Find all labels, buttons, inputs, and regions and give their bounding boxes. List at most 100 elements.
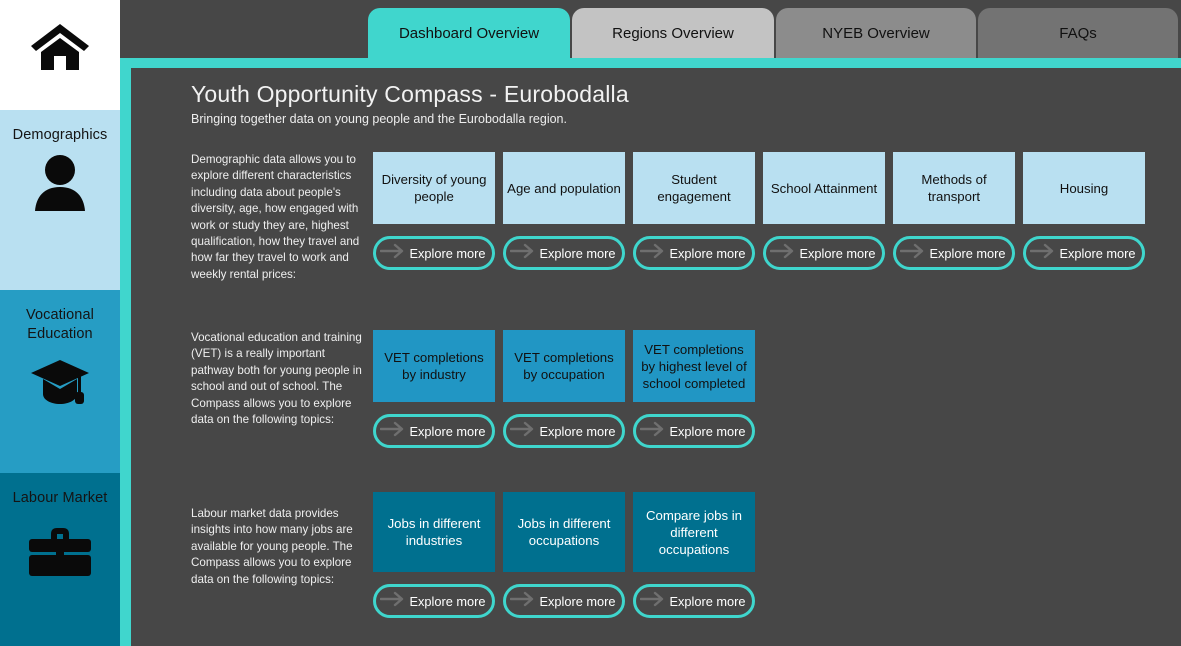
explore-more-button-vet-completions-by-highest-level-of-school-completed[interactable]: Explore more (633, 414, 755, 448)
card-jobs-in-different-industries[interactable]: Jobs in different industries (373, 492, 495, 572)
card-title: Housing (1059, 180, 1109, 196)
card-col: VET completions by industry Explore more (373, 330, 495, 448)
section-description: Vocational education and training (VET) … (191, 331, 362, 427)
explore-more-label: Explore more (1059, 245, 1136, 261)
explore-more-label: Explore more (929, 245, 1006, 261)
card-col: VET completions by occupation Explore mo… (503, 330, 625, 448)
card-methods-of-transport[interactable]: Methods of transport (893, 152, 1015, 224)
explore-more-button-vet-completions-by-occupation[interactable]: Explore more (503, 414, 625, 448)
card-title: Methods of transport (921, 172, 987, 204)
sidebar-item-demographics[interactable]: Demographics (0, 110, 120, 290)
person-icon (0, 153, 120, 215)
card-col: Student engagement Explore more (633, 152, 755, 270)
sidebar-item-vocational-education[interactable]: Vocational Education (0, 290, 120, 473)
arrow-right-icon (639, 421, 666, 442)
arrow-right-icon (899, 243, 926, 264)
card-col: Diversity of young people Explore more (373, 152, 495, 270)
accent-bar-top (120, 58, 1181, 68)
card-col: Methods of transport Explore more (893, 152, 1015, 270)
card-vet-completions-by-industry[interactable]: VET completions by industry (373, 330, 495, 402)
explore-more-label: Explore more (669, 593, 746, 609)
explore-more-button-school-attainment[interactable]: Explore more (763, 236, 885, 270)
card-col: Jobs in different industries Explore mor… (373, 492, 495, 618)
tab-label: FAQs (1059, 24, 1097, 42)
arrow-right-icon (769, 243, 796, 264)
tab-faqs[interactable]: FAQs (978, 8, 1178, 58)
sidebar-item-label-demographics: Demographics (12, 127, 108, 143)
card-compare-jobs-in-different-occupations[interactable]: Compare jobs in different occupations (633, 492, 755, 572)
accent-bar-left (120, 58, 131, 646)
arrow-right-icon (379, 243, 406, 264)
explore-more-label: Explore more (409, 245, 486, 261)
tab-label: Dashboard Overview (398, 24, 540, 42)
tab-label: Regions Overview (612, 24, 734, 42)
content-area: Youth Opportunity Compass - Eurobodalla … (131, 68, 1181, 646)
card-student-engagement[interactable]: Student engagement (633, 152, 755, 224)
page-title: Youth Opportunity Compass - Eurobodalla (191, 81, 629, 107)
arrow-right-icon (639, 243, 666, 264)
sidebar: Demographics Vocational Education Labour… (0, 0, 120, 646)
explore-more-label: Explore more (409, 423, 486, 439)
explore-more-label: Explore more (409, 593, 486, 609)
card-diversity-of-young-people[interactable]: Diversity of young people (373, 152, 495, 224)
card-col: Jobs in different occupations Explore mo… (503, 492, 625, 618)
home-icon (0, 18, 120, 76)
arrow-right-icon (1029, 243, 1056, 264)
page-subtitle: Bringing together data on young people a… (191, 112, 567, 126)
explore-more-button-age-and-population[interactable]: Explore more (503, 236, 625, 270)
card-group-labour-market: Jobs in different industries Explore mor… (373, 492, 755, 618)
sidebar-item-home[interactable] (0, 0, 120, 110)
section-description: Demographic data allows you to explore d… (191, 153, 360, 281)
card-col: Compare jobs in different occupations Ex… (633, 492, 755, 618)
card-title: Age and population (507, 180, 621, 196)
card-title: VET completions by industry (384, 350, 484, 382)
card-title: Compare jobs in different occupations (645, 507, 743, 557)
explore-more-button-jobs-in-different-occupations[interactable]: Explore more (503, 584, 625, 618)
explore-more-label: Explore more (669, 245, 746, 261)
arrow-right-icon (379, 591, 406, 612)
card-jobs-in-different-occupations[interactable]: Jobs in different occupations (503, 492, 625, 572)
card-vet-completions-by-occupation[interactable]: VET completions by occupation (503, 330, 625, 402)
tab-nyeb-overview[interactable]: NYEB Overview (776, 8, 976, 58)
card-title: Jobs in different industries (387, 516, 481, 548)
explore-more-button-housing[interactable]: Explore more (1023, 236, 1145, 270)
explore-more-button-vet-completions-by-industry[interactable]: Explore more (373, 414, 495, 448)
dashboard-root: Demographics Vocational Education Labour… (0, 0, 1181, 646)
card-title: Jobs in different occupations (517, 516, 611, 548)
tab-dashboard-overview[interactable]: Dashboard Overview (368, 8, 570, 58)
card-title: Student engagement (657, 172, 731, 204)
section-description: Labour market data provides insights int… (191, 507, 353, 586)
sidebar-item-labour-market[interactable]: Labour Market (0, 473, 120, 646)
tab-label: NYEB Overview (822, 24, 930, 42)
explore-more-label: Explore more (669, 423, 746, 439)
card-title: VET completions by occupation (514, 350, 614, 382)
tab-regions-overview[interactable]: Regions Overview (572, 8, 774, 58)
sidebar-item-label-vocational-1: Vocational (26, 307, 94, 323)
arrow-right-icon (639, 591, 666, 612)
sidebar-item-label-labour: Labour Market (12, 490, 108, 506)
explore-more-button-diversity-of-young-people[interactable]: Explore more (373, 236, 495, 270)
card-housing[interactable]: Housing (1023, 152, 1145, 224)
explore-more-label: Explore more (539, 423, 616, 439)
card-col: Housing Explore more (1023, 152, 1145, 270)
card-col: Age and population Explore more (503, 152, 625, 270)
explore-more-button-jobs-in-different-industries[interactable]: Explore more (373, 584, 495, 618)
explore-more-button-compare-jobs-in-different-occupations[interactable]: Explore more (633, 584, 755, 618)
arrow-right-icon (509, 591, 536, 612)
explore-more-button-student-engagement[interactable]: Explore more (633, 236, 755, 270)
arrow-right-icon (509, 243, 536, 264)
explore-more-label: Explore more (539, 593, 616, 609)
card-col: School Attainment Explore more (763, 152, 885, 270)
card-age-and-population[interactable]: Age and population (503, 152, 625, 224)
card-school-attainment[interactable]: School Attainment (763, 152, 885, 224)
card-title: School Attainment (770, 180, 878, 196)
explore-more-label: Explore more (539, 245, 616, 261)
explore-more-button-methods-of-transport[interactable]: Explore more (893, 236, 1015, 270)
arrow-right-icon (509, 421, 536, 442)
card-group-demographics: Diversity of young people Explore more A… (373, 152, 1145, 270)
card-vet-completions-by-highest-level-of-school-completed[interactable]: VET completions by highest level of scho… (633, 330, 755, 402)
arrow-right-icon (379, 421, 406, 442)
briefcase-icon (0, 526, 120, 580)
sidebar-item-label-vocational-2: Education (27, 326, 93, 342)
card-group-vocational-education: VET completions by industry Explore more… (373, 330, 755, 448)
